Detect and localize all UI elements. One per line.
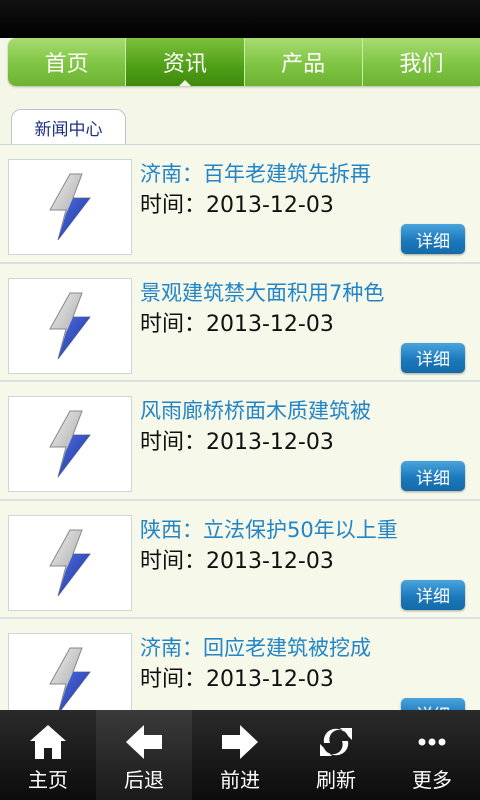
home-icon [30, 725, 66, 759]
lightning-icon [49, 173, 92, 241]
more-button[interactable]: 更多 [384, 710, 480, 800]
home-label: 主页 [28, 768, 68, 792]
news-item[interactable]: 济南：回应老建筑被挖成 时间：2013-12-03 详细 [0, 619, 480, 710]
news-title[interactable]: 景观建筑禁大面积用7种色 [140, 277, 384, 307]
news-time: 时间：2013-12-03 [140, 430, 334, 455]
news-item[interactable]: 风雨廊桥桥面木质建筑被 时间：2013-12-03 详细 [0, 382, 480, 501]
section-tab-news-center[interactable]: 新闻中心 [11, 109, 126, 145]
detail-button[interactable]: 详细 [401, 698, 465, 710]
refresh-label: 刷新 [316, 768, 356, 792]
more-icon [418, 738, 446, 746]
bottom-toolbar: 主页 后退 前进 刷新 更多 [0, 710, 480, 800]
news-thumbnail[interactable] [8, 396, 132, 492]
nav-tab-home[interactable]: 首页 [8, 38, 127, 86]
forward-label: 前进 [220, 768, 260, 792]
more-label: 更多 [412, 768, 452, 792]
forward-button[interactable]: 前进 [192, 710, 288, 800]
back-label: 后退 [124, 768, 164, 792]
lightning-icon [49, 410, 92, 478]
nav-tab-products[interactable]: 产品 [244, 38, 363, 86]
news-time: 时间：2013-12-03 [140, 311, 334, 337]
top-nav: 首页 资讯 产品 我们 [8, 38, 480, 86]
news-thumbnail[interactable] [8, 159, 132, 255]
news-title[interactable]: 风雨廊桥桥面木质建筑被 [140, 395, 371, 425]
news-title[interactable]: 济南：回应老建筑被挖成 [140, 632, 371, 662]
news-item[interactable]: 济南：百年老建筑先拆再 时间：2013-12-03 详细 [0, 145, 480, 264]
news-time: 时间：2013-12-03 [140, 548, 334, 574]
news-thumbnail[interactable] [8, 277, 132, 374]
home-button[interactable]: 主页 [0, 710, 96, 800]
news-title[interactable]: 陕西：立法保护50年以上重 [140, 514, 398, 544]
detail-button[interactable]: 详细 [401, 342, 465, 373]
news-list[interactable]: 济南：百年老建筑先拆再 时间：2013-12-03 详细 景观建筑禁大面积用7种… [0, 145, 480, 710]
detail-button[interactable]: 详细 [401, 579, 465, 610]
news-item[interactable]: 陕西：立法保护50年以上重 时间：2013-12-03 详细 [0, 500, 480, 619]
news-time: 时间：2013-12-03 [140, 193, 334, 218]
arrow-right-icon [222, 725, 258, 759]
news-thumbnail[interactable] [8, 514, 132, 611]
lightning-icon [49, 647, 92, 710]
back-button[interactable]: 后退 [96, 710, 192, 800]
detail-button[interactable]: 详细 [401, 224, 465, 254]
nav-tab-news[interactable]: 资讯 [126, 38, 245, 86]
status-bar [0, 0, 480, 38]
refresh-icon [320, 728, 352, 756]
lightning-icon [49, 292, 92, 359]
news-item[interactable]: 景观建筑禁大面积用7种色 时间：2013-12-03 详细 [0, 263, 480, 382]
detail-button[interactable]: 详细 [401, 461, 465, 491]
arrow-left-icon [126, 725, 162, 759]
news-thumbnail[interactable] [8, 633, 132, 710]
lightning-icon [49, 529, 92, 596]
nav-tab-about[interactable]: 我们 [362, 38, 480, 86]
news-time: 时间：2013-12-03 [140, 667, 334, 692]
news-title[interactable]: 济南：百年老建筑先拆再 [140, 158, 371, 188]
refresh-button[interactable]: 刷新 [288, 710, 384, 800]
